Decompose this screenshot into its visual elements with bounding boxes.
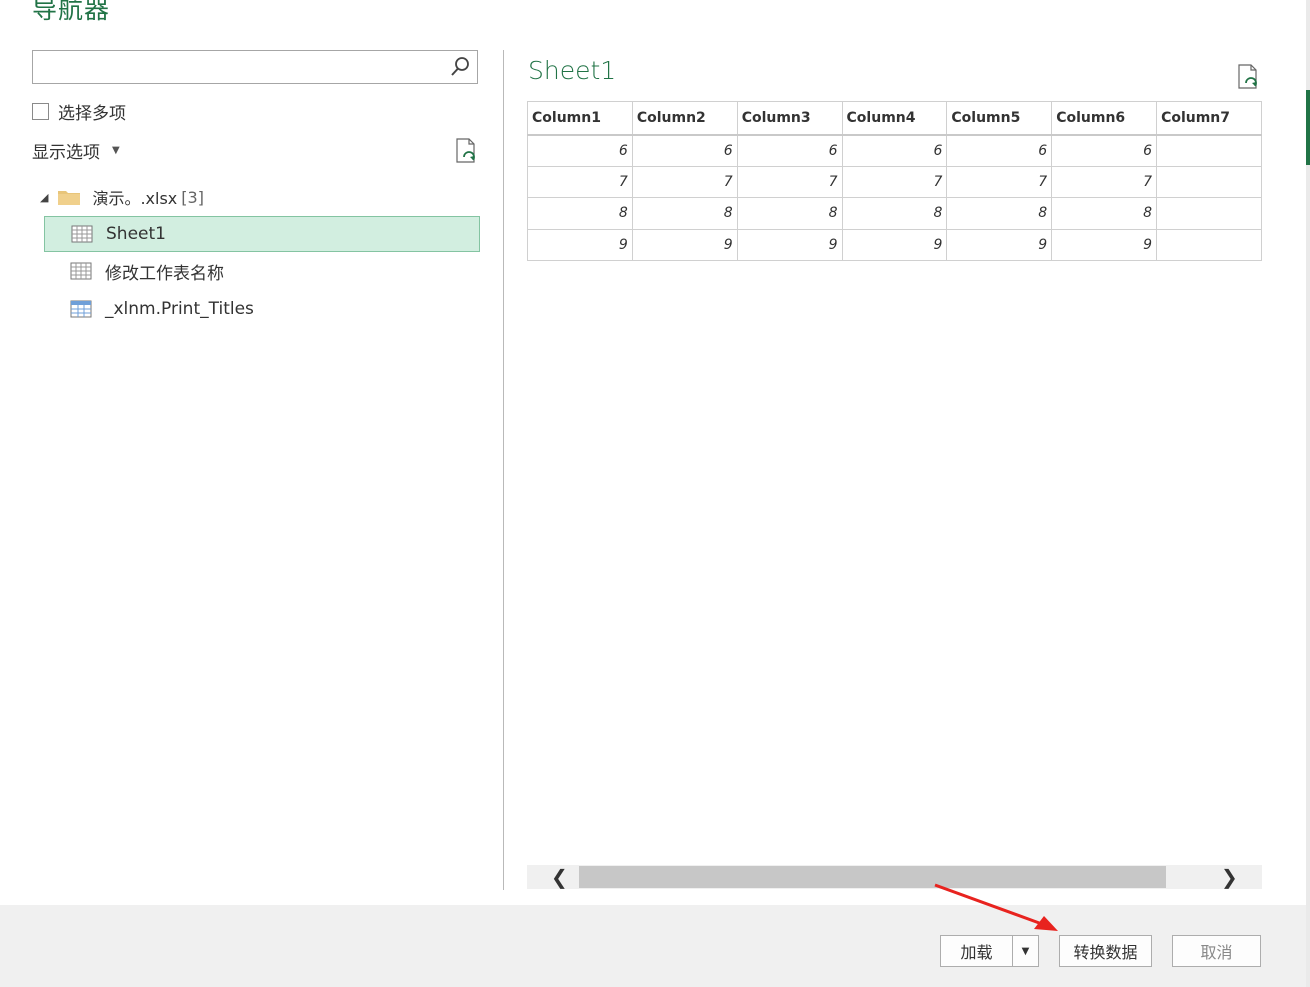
- chevron-down-icon: ▼: [112, 145, 120, 156]
- tree-item-label: Sheet1: [106, 224, 166, 244]
- table-cell: [1156, 197, 1262, 230]
- preview-title: Sheet1: [528, 56, 617, 85]
- table-row: 6 6 6 6 6 6: [527, 134, 1262, 167]
- column-header[interactable]: Column1: [527, 101, 633, 136]
- table-cell: 8: [841, 197, 948, 230]
- tree-item-label: _xlnm.Print_Titles: [105, 299, 254, 319]
- scrollbar-thumb[interactable]: [579, 866, 1166, 888]
- annotation-arrow-icon: [934, 883, 1058, 931]
- table-cell: 6: [841, 134, 948, 167]
- load-button[interactable]: 加载: [940, 935, 1013, 967]
- column-header[interactable]: Column5: [946, 101, 1053, 136]
- table-cell: 6: [946, 134, 1053, 167]
- table-cell: 6: [631, 134, 738, 167]
- table-row: 9 9 9 9 9 9: [527, 228, 1262, 261]
- table-cell: 6: [736, 134, 843, 167]
- folder-icon: [58, 191, 81, 205]
- table-cell: 7: [527, 165, 633, 198]
- chevron-down-icon: ▼: [1021, 945, 1030, 957]
- preview-table: Column1 Column2 Column3 Column4 Column5 …: [527, 101, 1262, 263]
- column-header[interactable]: Column7: [1156, 101, 1262, 136]
- tree-root-workbook[interactable]: ◢ 演示。.xlsx [3]: [40, 185, 204, 209]
- tree-item-sheet1[interactable]: Sheet1: [44, 216, 480, 252]
- column-header[interactable]: Column3: [736, 101, 843, 136]
- transform-data-button[interactable]: 转换数据: [1059, 935, 1152, 967]
- table-row: 8 8 8 8 8 8: [527, 197, 1262, 230]
- worksheet-icon: [71, 225, 93, 243]
- column-header[interactable]: Column4: [841, 101, 948, 136]
- tree-item-print-titles[interactable]: _xlnm.Print_Titles: [44, 291, 480, 327]
- table-cell: [1156, 165, 1262, 198]
- column-header[interactable]: Column6: [1051, 101, 1158, 136]
- table-cell: 8: [736, 197, 843, 230]
- table-cell: 8: [946, 197, 1053, 230]
- panel-divider[interactable]: [503, 50, 504, 890]
- display-options-label: 显示选项: [32, 143, 100, 163]
- worksheet-icon: [70, 262, 92, 280]
- table-cell: 7: [1051, 165, 1158, 198]
- tree-item-rename-sheet[interactable]: 修改工作表名称: [44, 253, 480, 289]
- search-input[interactable]: [32, 50, 478, 84]
- table-header-row: Column1 Column2 Column3 Column4 Column5 …: [527, 101, 1262, 136]
- multi-select-checkbox[interactable]: [32, 103, 49, 120]
- scroll-left-icon[interactable]: ❮: [551, 865, 568, 889]
- workbook-item-count: [3]: [181, 187, 204, 207]
- multi-select-option[interactable]: 选择多项: [32, 99, 126, 124]
- table-cell: 6: [1051, 134, 1158, 167]
- column-header[interactable]: Column2: [631, 101, 738, 136]
- table-cell: 7: [631, 165, 738, 198]
- workbook-name: 演示。.xlsx: [92, 189, 178, 208]
- table-cell: 9: [1051, 228, 1158, 261]
- cancel-button[interactable]: 取消: [1172, 935, 1261, 967]
- refresh-icon[interactable]: [1236, 63, 1262, 91]
- tree-item-label: 修改工作表名称: [105, 263, 224, 284]
- dialog-title: 导航器: [32, 0, 111, 24]
- table-row: 7 7 7 7 7 7: [527, 165, 1262, 198]
- named-range-icon: [70, 300, 92, 318]
- table-cell: 9: [736, 228, 843, 261]
- multi-select-label: 选择多项: [58, 104, 126, 124]
- table-cell: 7: [736, 165, 843, 198]
- search-icon[interactable]: [449, 56, 471, 78]
- table-cell: 8: [527, 197, 633, 230]
- table-cell: 9: [631, 228, 738, 261]
- table-cell: 9: [527, 228, 633, 261]
- table-cell: 8: [631, 197, 738, 230]
- window-edge-accent: [1306, 90, 1310, 165]
- scroll-right-icon[interactable]: ❯: [1221, 865, 1238, 889]
- table-cell: 6: [527, 134, 633, 167]
- refresh-icon[interactable]: [454, 137, 480, 165]
- horizontal-scrollbar[interactable]: ❮ ❯: [527, 865, 1262, 889]
- table-cell: 9: [946, 228, 1053, 261]
- load-dropdown-button[interactable]: ▼: [1012, 935, 1039, 967]
- table-cell: 7: [946, 165, 1053, 198]
- collapse-triangle-icon[interactable]: ◢: [40, 191, 48, 204]
- table-cell: 8: [1051, 197, 1158, 230]
- table-cell: [1156, 228, 1262, 261]
- display-options-dropdown[interactable]: 显示选项 ▼: [32, 138, 120, 163]
- table-cell: 9: [841, 228, 948, 261]
- table-cell: [1156, 134, 1262, 167]
- table-cell: 7: [841, 165, 948, 198]
